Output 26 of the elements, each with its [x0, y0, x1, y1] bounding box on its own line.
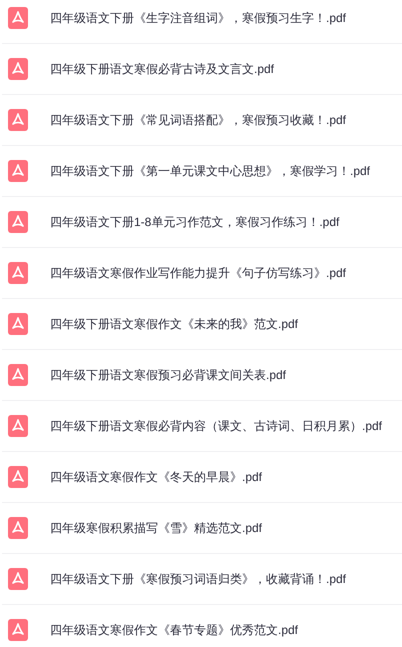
pdf-file-icon — [8, 262, 28, 284]
pdf-file-icon — [8, 466, 28, 488]
file-name[interactable]: 四年级语文寒假作文《春节专题》优秀范文.pdf — [50, 622, 298, 638]
pdf-file-icon — [8, 211, 28, 233]
pdf-file-icon — [8, 364, 28, 386]
file-name[interactable]: 四年级语文寒假作业写作能力提升《句子仿写练习》.pdf — [50, 264, 346, 282]
file-name[interactable]: 四年级寒假积累描写《雪》精选范文.pdf — [50, 520, 262, 536]
pdf-file-icon — [8, 7, 28, 29]
file-name[interactable]: 四年级语文下册《第一单元课文中心思想》，寒假学习！.pdf — [50, 162, 370, 180]
pdf-file-icon — [8, 160, 28, 182]
file-name[interactable]: 四年级下册语文寒假预习必背课文间关表.pdf — [50, 366, 286, 384]
file-name[interactable]: 四年级语文寒假作文《冬天的早晨》.pdf — [50, 468, 262, 486]
file-name[interactable]: 四年级下册语文寒假作文《未来的我》范文.pdf — [50, 316, 298, 332]
file-name[interactable]: 四年级语文下册1-8单元习作范文，寒假习作练习！.pdf — [50, 214, 340, 230]
file-name[interactable]: 四年级语文下册《生字注音组词》，寒假预习生字！.pdf — [50, 10, 346, 26]
pdf-file-icon — [8, 619, 28, 641]
pdf-file-icon — [8, 517, 28, 539]
file-name[interactable]: 四年级语文下册《寒假预习词语归类》，收藏背诵！.pdf — [50, 570, 346, 588]
pdf-file-icon — [8, 58, 28, 80]
file-name[interactable]: 四年级下册语文寒假必背古诗及文言文.pdf — [50, 60, 274, 78]
pdf-file-icon — [8, 568, 28, 590]
pdf-file-icon — [8, 109, 28, 131]
pdf-file-icon — [8, 313, 28, 335]
file-name[interactable]: 四年级语文下册《常见词语搭配》，寒假预习收藏！.pdf — [50, 112, 346, 128]
pdf-file-icon — [8, 415, 28, 437]
file-name[interactable]: 四年级下册语文寒假必背内容（课文、古诗词、日积月累）.pdf — [50, 418, 382, 434]
